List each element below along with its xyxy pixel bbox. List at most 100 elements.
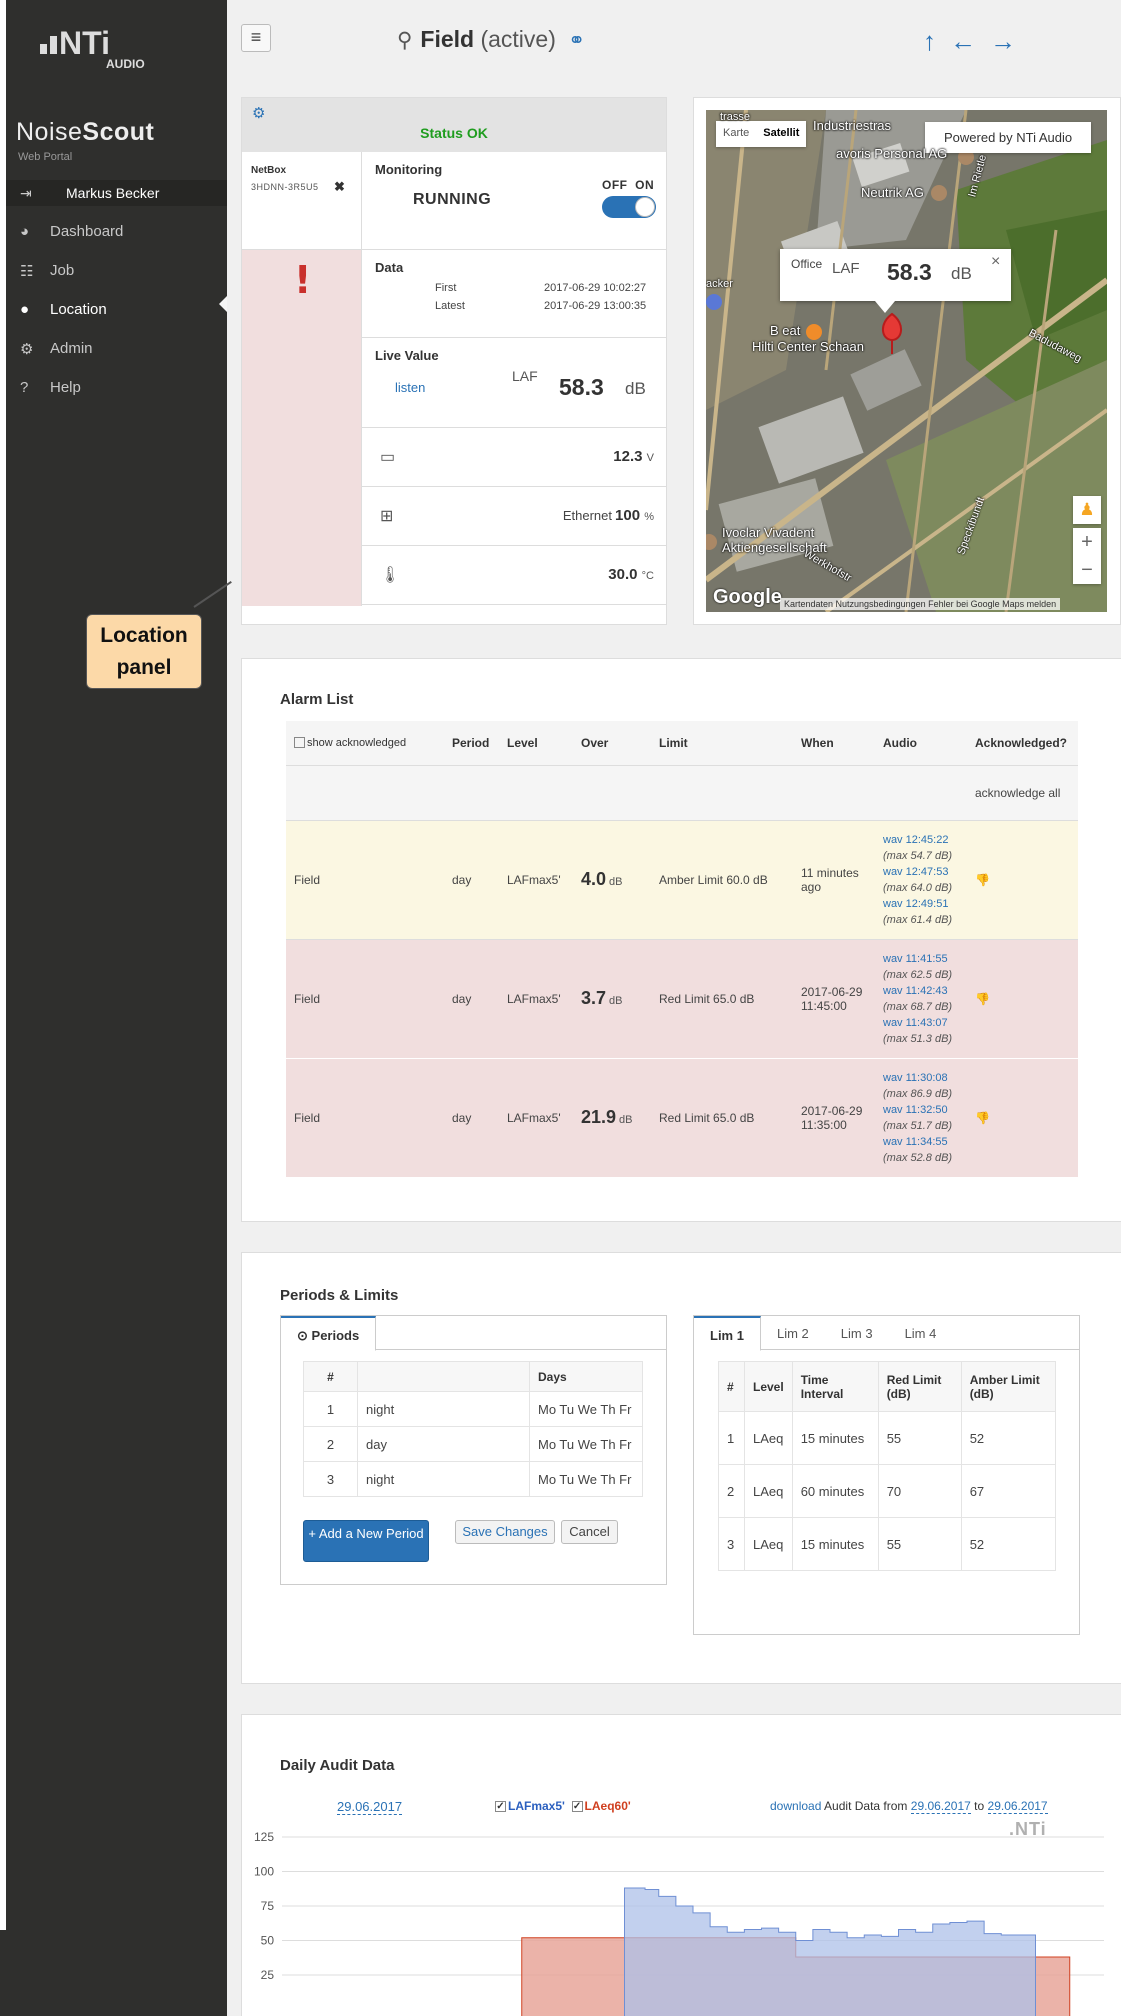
table-row[interactable]: 3 night Mo Tu We Th Fr	[303, 1461, 643, 1497]
table-row[interactable]: 1 night Mo Tu We Th Fr	[303, 1391, 643, 1427]
column-header: Red Limit (dB)	[877, 1361, 962, 1412]
checkbox[interactable]	[294, 737, 305, 749]
left-arrow-icon[interactable]: ←	[950, 26, 990, 56]
sidebar-item-dashboard[interactable]: ◕ Dashboard	[6, 212, 227, 251]
zoom-out-button[interactable]: −	[1073, 556, 1101, 584]
right-arrow-icon[interactable]: →	[990, 26, 1030, 56]
period-number: 1	[303, 1391, 358, 1427]
cancel-button[interactable]: Cancel	[561, 1520, 618, 1544]
audit-date-picker[interactable]: 29.06.2017	[337, 1799, 403, 1815]
sidebar-item-admin[interactable]: ⚙ Admin	[6, 329, 227, 368]
section-title: Daily Audit Data	[280, 1757, 395, 1774]
tab-lim-2[interactable]: Lim 2	[761, 1316, 825, 1349]
zoom-controls: + −	[1073, 528, 1101, 584]
period-days: Mo Tu We Th Fr	[529, 1426, 643, 1462]
info-window-tail	[875, 301, 895, 313]
wav-link[interactable]: wav 12:47:53	[883, 864, 959, 880]
limit-amber: 52	[960, 1411, 1057, 1465]
temperature-unit: °C	[641, 570, 654, 582]
listen-link[interactable]: listen	[395, 380, 425, 395]
battery-value: 12.3	[613, 448, 643, 465]
wav-link[interactable]: wav 12:49:51	[883, 896, 959, 912]
up-arrow-icon[interactable]: ↑	[923, 26, 950, 56]
alarm-list-section: Alarm List show acknowledged Period Leve…	[241, 658, 1121, 1222]
alarm-when: 2017-06-29 11:45:00	[793, 939, 875, 1059]
limit-interval: 15 minutes	[791, 1411, 879, 1465]
wav-link[interactable]: wav 12:45:22	[883, 832, 959, 848]
wav-link[interactable]: wav 11:41:55	[883, 951, 959, 967]
add-period-button[interactable]: + Add a New Period	[303, 1520, 429, 1562]
wav-link[interactable]: wav 11:42:43	[883, 983, 959, 999]
table-row[interactable]: 2 day Mo Tu We Th Fr	[303, 1426, 643, 1462]
section-title: Periods & Limits	[280, 1287, 399, 1304]
network-row: ⊞ Ethernet 100 %	[362, 487, 666, 546]
svg-text:AUDIO: AUDIO	[106, 57, 145, 71]
location-panel-callout: Location panel	[86, 614, 202, 689]
close-icon[interactable]: ×	[991, 253, 1000, 271]
tab-lim-3[interactable]: Lim 3	[825, 1316, 889, 1349]
live-value: 58.3	[559, 374, 604, 400]
zoom-in-button[interactable]: +	[1073, 528, 1101, 556]
checkbox[interactable]: ✓	[571, 1801, 583, 1813]
remove-netbox-icon[interactable]: ✖	[334, 179, 345, 195]
battery-icon: ▭	[380, 449, 396, 466]
netbox-label: NetBox	[251, 165, 287, 176]
download-from-text: Audit Data from	[824, 1799, 908, 1813]
wav-link[interactable]: wav 11:34:55	[883, 1134, 959, 1150]
series1-toggle[interactable]: ✓ LAFmax5'	[495, 1799, 565, 1813]
tab-lim-4[interactable]: Lim 4	[889, 1316, 953, 1349]
checkbox[interactable]: ✓	[495, 1801, 506, 1813]
map-label: Hilti Center Schaan	[752, 339, 864, 354]
column-header: Audio	[875, 721, 967, 766]
grid-icon: ☷	[20, 262, 34, 280]
clock-icon: ⊙	[297, 1328, 308, 1343]
table-row[interactable]: 1 LAeq 15 minutes 55 52	[718, 1411, 1057, 1465]
tab-lim-1[interactable]: Lim 1	[694, 1316, 761, 1351]
map-label: Industriestras	[813, 118, 892, 133]
wav-link[interactable]: wav 11:43:07	[883, 1015, 959, 1031]
tab-periods[interactable]: ⊙ Periods	[281, 1316, 377, 1351]
acknowledge-thumb-icon[interactable]: 👎	[967, 1058, 1078, 1178]
sidebar-item-help[interactable]: ? Help	[6, 368, 227, 407]
column-header: Limit	[651, 721, 793, 766]
street-view-pegman-icon[interactable]: ♟	[1073, 496, 1101, 524]
map-pin-icon: ⚲	[397, 29, 413, 52]
wav-link[interactable]: wav 11:32:50	[883, 1102, 959, 1118]
settings-gears-icon[interactable]: ⚙	[252, 104, 265, 122]
table-row[interactable]: 2 LAeq 60 minutes 70 67	[718, 1464, 1057, 1518]
acknowledge-all-link[interactable]: acknowledge all	[967, 765, 1078, 821]
acknowledge-thumb-icon[interactable]: 👎	[967, 939, 1078, 1059]
acknowledge-thumb-icon[interactable]: 👎	[967, 820, 1078, 940]
table-header: # Level Time Interval Red Limit (dB) Amb…	[718, 1361, 1057, 1412]
satellite-map[interactable]: Karte Satellit Powered by NTi Audio Indu…	[706, 110, 1107, 612]
show-acknowledged-filter[interactable]: show acknowledged	[286, 721, 444, 766]
save-changes-button[interactable]: Save Changes	[455, 1520, 555, 1544]
temperature-row: 🌡 30.0 °C	[362, 546, 666, 605]
monitoring-row: Monitoring RUNNING OFF ON	[362, 152, 666, 250]
map-type-satellite[interactable]: Satellit	[756, 121, 806, 147]
map-type-switch: Karte Satellit	[716, 121, 807, 147]
series2-toggle[interactable]: ✓ LAeq60'	[571, 1799, 631, 1813]
to-date-picker[interactable]: 29.06.2017	[987, 1799, 1048, 1814]
sidebar-item-job[interactable]: ☷ Job	[6, 251, 227, 290]
map-label: acker	[706, 278, 733, 290]
monitoring-toggle[interactable]	[602, 196, 656, 218]
limit-number: 2	[718, 1464, 745, 1518]
limits-panel: Lim 1 Lim 2 Lim 3 Lim 4 # Level Time Int…	[693, 1315, 1080, 1635]
sidebar-item-location[interactable]: ● Location	[6, 290, 227, 329]
map-type-map[interactable]: Karte	[716, 121, 756, 147]
limit-level: LAeq	[744, 1517, 793, 1571]
column-header: Over	[573, 721, 651, 766]
menu-toggle-button[interactable]: ≡	[241, 24, 271, 52]
from-date-picker[interactable]: 29.06.2017	[910, 1799, 971, 1814]
svg-text:NTi: NTi	[59, 25, 110, 61]
table-row[interactable]: 3 LAeq 15 minutes 55 52	[718, 1517, 1057, 1571]
network-label: Ethernet	[562, 508, 613, 523]
wav-link[interactable]: wav 11:30:08	[883, 1070, 959, 1086]
user-menu[interactable]: ⇥ Markus Becker	[6, 180, 227, 206]
network-value: 100	[615, 507, 641, 524]
map-terms[interactable]: Kartendaten Nutzungsbedingungen Fehler b…	[780, 598, 1061, 610]
link-icon[interactable]: ⚭	[568, 30, 585, 52]
download-link[interactable]: download	[770, 1799, 821, 1813]
column-header: Level	[744, 1361, 793, 1412]
